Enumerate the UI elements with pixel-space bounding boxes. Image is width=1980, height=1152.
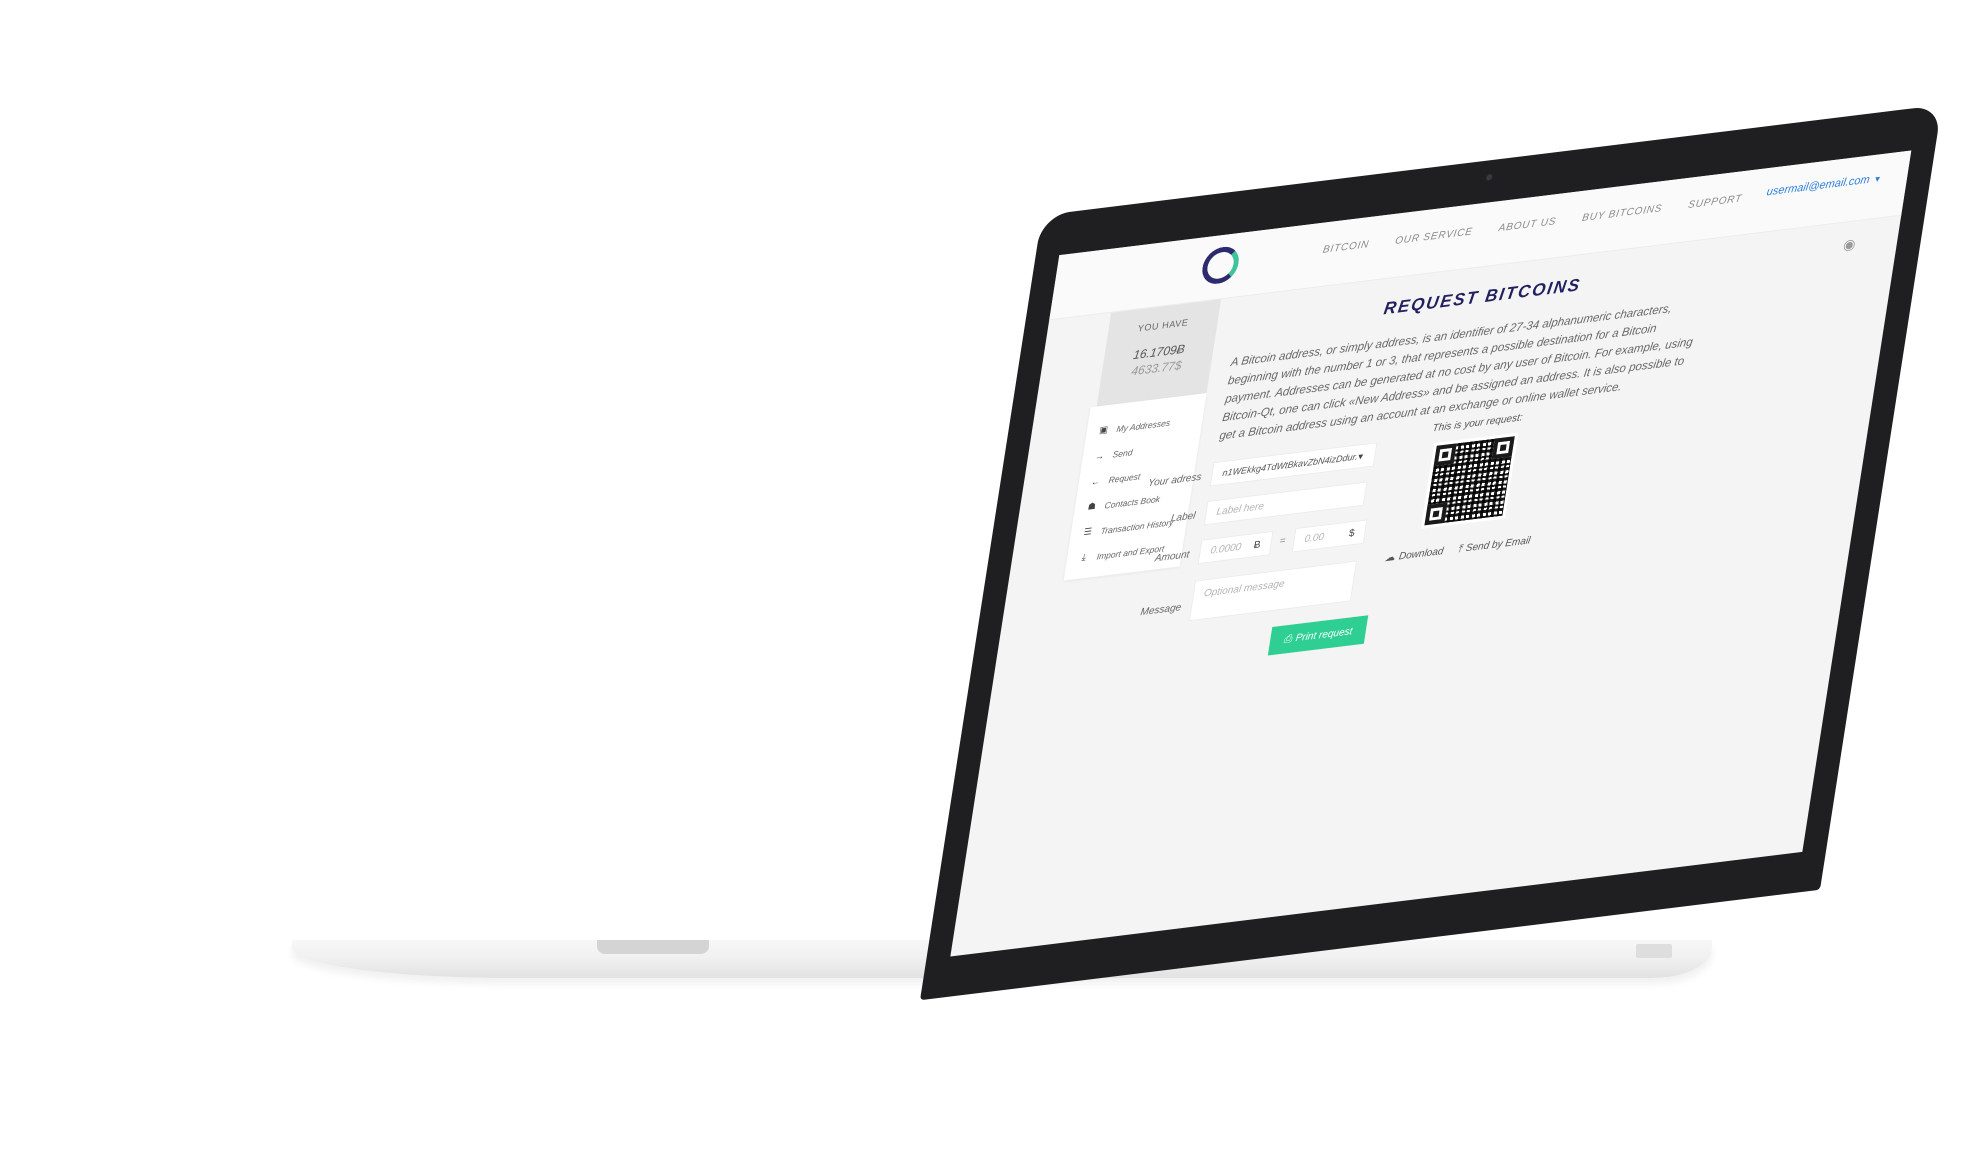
sidebar-item-label: Send (1111, 446, 1134, 460)
eye-icon[interactable]: ◉ (1842, 235, 1857, 254)
address-value: n1WEkkg4TdWtBkavZbN4izDdurzVa44Z7y (1221, 451, 1358, 479)
laptop-port (1636, 944, 1672, 958)
laptop-lid-wrapper: BITCOIN OUR SERVICE ABOUT US BUY BITCOIN… (0, 0, 1980, 1152)
qr-finder-bottom-left (1424, 502, 1448, 526)
user-menu[interactable]: usermail@email.com ▼ (1765, 172, 1883, 199)
dollar-icon: $ (1348, 527, 1356, 540)
upload-icon: ⤒ (1456, 543, 1463, 556)
sidebar-item-label: Request (1108, 470, 1142, 485)
bitcoin-icon: Ƀ (1253, 538, 1262, 551)
logo-icon[interactable] (1199, 244, 1242, 286)
label-input[interactable]: Label here (1203, 481, 1368, 526)
message-label: Message (1139, 602, 1182, 619)
caret-down-icon: ▼ (1872, 174, 1883, 185)
screen: BITCOIN OUR SERVICE ABOUT US BUY BITCOIN… (950, 150, 1912, 957)
wallet-icon: ▣ (1098, 424, 1109, 436)
amount-usd-placeholder: 0.00 (1303, 531, 1325, 545)
qr-actions: ☁ Download ⤒ Send by Email (1384, 535, 1531, 564)
camera-dot (1485, 173, 1493, 181)
amount-btc-placeholder: 0.0000 (1209, 541, 1243, 557)
equals-sign: = (1278, 535, 1287, 548)
qr-finder-top-left (1433, 443, 1457, 467)
qr-finder-top-right (1491, 436, 1515, 460)
printer-icon: ⎙ (1282, 633, 1293, 646)
nav-item-support[interactable]: SUPPORT (1687, 193, 1743, 211)
laptop-notch (597, 940, 709, 954)
download-link[interactable]: ☁ Download (1384, 546, 1444, 564)
import-icon: ⤓ (1081, 551, 1087, 563)
balance-panel: YOU HAVE 16.1709Ƀ 4633.77$ (1096, 299, 1222, 407)
send-email-link[interactable]: ⤒ Send by Email (1457, 535, 1532, 555)
print-request-label: Print request (1294, 625, 1354, 644)
contacts-icon: ☗ (1087, 500, 1097, 512)
sidebar-item-label: My Addresses (1115, 416, 1172, 434)
message-placeholder: Optional message (1202, 578, 1286, 600)
qr-code (1420, 432, 1519, 529)
balance-label: YOU HAVE (1137, 317, 1190, 334)
label-placeholder: Label here (1215, 500, 1265, 518)
amount-usd-input[interactable]: 0.00 $ (1291, 519, 1368, 553)
nav-item-bitcoin[interactable]: BITCOIN (1322, 239, 1370, 256)
download-label: Download (1398, 545, 1445, 563)
nav-item-our-service[interactable]: OUR SERVICE (1394, 226, 1473, 247)
address-select[interactable]: n1WEkkg4TdWtBkavZbN4izDdurzVa44Z7y ▼ (1209, 442, 1378, 487)
chevron-down-icon: ▼ (1355, 451, 1366, 462)
print-request-button[interactable]: ⎙ Print request (1267, 615, 1369, 656)
cloud-download-icon: ☁ (1384, 551, 1396, 565)
main-nav: BITCOIN OUR SERVICE ABOUT US BUY BITCOIN… (1322, 193, 1743, 256)
amount-btc-input[interactable]: 0.0000 Ƀ (1197, 530, 1274, 565)
list-icon: ☰ (1083, 526, 1093, 538)
nav-item-about-us[interactable]: ABOUT US (1498, 216, 1557, 234)
arrow-right-icon: → (1094, 450, 1106, 462)
arrow-left-icon: ← (1090, 475, 1102, 487)
user-email: usermail@email.com (1765, 173, 1871, 199)
sidebar-item-label: Contacts Book (1104, 493, 1161, 511)
laptop-lid: BITCOIN OUR SERVICE ABOUT US BUY BITCOIN… (920, 104, 1942, 1001)
send-email-label: Send by Email (1464, 535, 1532, 555)
nav-item-buy-bitcoins[interactable]: BUY BITCOINS (1581, 203, 1663, 224)
message-textarea[interactable]: Optional message (1188, 560, 1358, 622)
